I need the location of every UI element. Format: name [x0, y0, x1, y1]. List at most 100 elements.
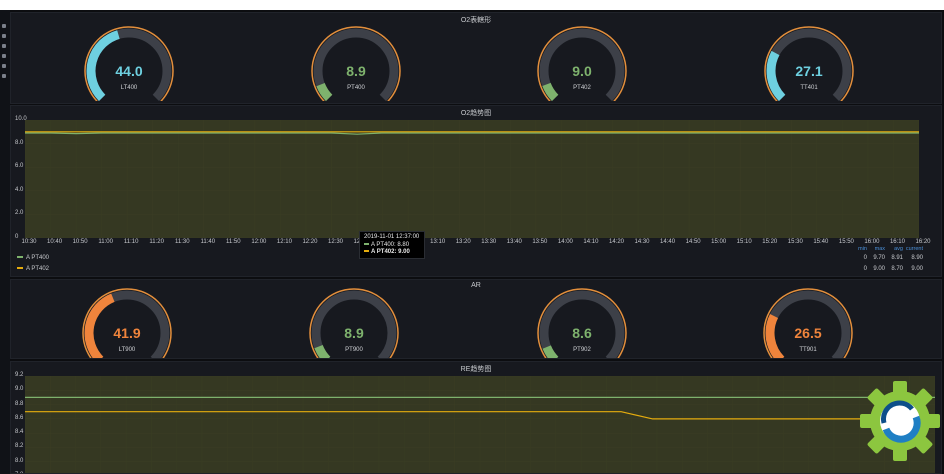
tooltip-row: A PT400: 8.80	[364, 242, 420, 250]
legend-swatch	[17, 256, 23, 259]
tooltip-series-name: A PT402:	[371, 249, 397, 255]
x-tick-label: 13:40	[506, 239, 522, 245]
sidebar-icon-3[interactable]	[2, 44, 6, 48]
y-tick-label: 8.6	[15, 414, 24, 421]
re-trend-panel: RE趋势图 9.29.08.88.68.48.28.07.8	[10, 361, 942, 474]
sidebar-icon-2[interactable]	[2, 34, 6, 38]
tooltip-series-name: A PT400:	[371, 241, 396, 248]
sidebar-icon-1[interactable]	[2, 24, 6, 28]
x-tick-label: 12:30	[327, 239, 344, 245]
gauge-label: TT901	[799, 347, 817, 353]
y-tick-label: 8.0	[15, 139, 24, 146]
x-tick-label: 14:50	[685, 239, 701, 245]
tooltip-series-value: 9.00	[398, 249, 410, 255]
o2-gauges-panel: O2表轄形 44.0 LT400 8.9 PT400 9.0 PT402 27.1 TT…	[10, 12, 942, 104]
y-tick-label: 0	[15, 234, 19, 240]
y-tick-label: 6.0	[15, 163, 24, 170]
legend-series-name: A PT402	[26, 266, 50, 272]
gauge-value: 8.9	[346, 63, 366, 79]
legend-current-value: 9.00	[911, 266, 923, 272]
x-tick-label: 13:30	[481, 239, 497, 245]
gauge-pt900: 8.9 PT900	[299, 283, 409, 358]
gauge-label: PT400	[347, 85, 365, 91]
ar-gauges-panel: AR 41.9 LT900 8.9 PT900 8.6 PT902 26.5 TT901	[10, 279, 942, 359]
x-tick-label: 10:40	[47, 239, 63, 245]
x-tick-label: 15:10	[736, 239, 752, 245]
legend-avg-value: 8.91	[891, 255, 903, 261]
y-tick-label: 8.8	[15, 400, 24, 407]
x-tick-label: 13:10	[430, 239, 446, 245]
o2-trend-panel: O2趋势图 10.0 8.0 6.0 4.0 2.0 0 10:30 10:40 10:50 1…	[10, 105, 942, 277]
gauge-label: PT900	[345, 347, 363, 353]
x-tick-label: 14:10	[583, 239, 599, 245]
y-tick-label: 8.2	[15, 443, 24, 450]
re-trend-title: RE趋势图	[460, 366, 492, 373]
x-tick-label: 15:30	[787, 239, 803, 245]
gauge-value: 41.9	[113, 325, 141, 341]
x-tick-label: 13:50	[532, 239, 548, 245]
legend-swatch	[17, 267, 23, 270]
x-tick-label: 14:30	[634, 239, 650, 245]
gauge-value: 26.5	[794, 325, 822, 341]
x-tick-label: 15:40	[813, 239, 829, 245]
legend-current-value: 8.90	[911, 255, 923, 261]
x-tick-label: 11:00	[98, 239, 113, 245]
gauge-value: 9.0	[572, 63, 592, 79]
sidebar-icon-5[interactable]	[2, 64, 6, 68]
y-tick-label: 8.0	[15, 457, 24, 464]
gauge-tt901: 26.5 TT901	[753, 283, 863, 358]
y-tick-label: 9.0	[15, 386, 24, 393]
sidebar	[0, 10, 10, 474]
gear-logo-icon	[860, 381, 940, 461]
gauge-value: 27.1	[795, 63, 823, 79]
tooltip-row: A PT402: 9.00	[364, 249, 420, 257]
x-tick-label: 11:30	[174, 239, 190, 245]
gauge-label: LT900	[118, 347, 136, 353]
gauge-label: LT400	[120, 85, 138, 91]
y-tick-label: 2.0	[15, 210, 24, 217]
gauge-pt400: 8.9 PT400	[301, 21, 411, 103]
x-tick-label: 15:50	[838, 239, 854, 245]
x-tick-label: 16:00	[864, 239, 880, 245]
y-tick-label: 4.0	[15, 186, 24, 193]
gauge-tt401: 27.1 TT401	[754, 21, 864, 103]
legend-item[interactable]: A PT402	[17, 266, 49, 272]
legend-series-name: A PT400	[26, 255, 50, 261]
gauge-value: 8.6	[572, 325, 592, 341]
gauge-value: 44.0	[115, 63, 143, 79]
sidebar-icon-6[interactable]	[2, 74, 6, 78]
x-tick-label: 11:50	[226, 239, 241, 245]
x-tick-label: 16:10	[889, 239, 905, 245]
x-tick-label: 14:20	[608, 239, 624, 245]
browser-top-bar	[0, 0, 944, 10]
x-tick-label: 14:40	[660, 239, 676, 245]
legend-header[interactable]: avg	[881, 246, 903, 252]
x-tick-label: 11:10	[123, 239, 139, 245]
chart-tooltip: 2019-11-01 12:37:00 A PT400: 8.80 A PT40…	[359, 231, 425, 259]
o2-trend-title: O2趋势图	[460, 110, 492, 117]
gauge-pt902: 8.6 PT902	[527, 283, 637, 358]
o2-trend-chart[interactable]	[25, 120, 919, 238]
legend-header[interactable]: current	[901, 246, 923, 252]
legend-item[interactable]: A PT400	[17, 255, 49, 261]
x-tick-label: 11:40	[200, 239, 216, 245]
tooltip-series-value: 8.80	[397, 241, 410, 248]
tooltip-time: 2019-11-01 12:37:00	[364, 234, 420, 240]
x-tick-label: 12:20	[302, 239, 318, 245]
y-tick-label: 8.4	[15, 429, 24, 436]
gauge-lt400: 44.0 LT400	[74, 21, 184, 103]
gauge-lt900: 41.9 LT900	[72, 283, 182, 358]
gauge-value: 8.9	[344, 325, 364, 341]
x-tick-label: 14:00	[557, 239, 573, 245]
gauge-label: TT401	[800, 85, 818, 91]
x-tick-label: 12:00	[251, 239, 267, 245]
y-tick-label: 9.2	[15, 372, 24, 378]
gauge-pt402: 9.0 PT402	[527, 21, 637, 103]
legend-avg-value: 8.70	[891, 266, 903, 272]
x-tick-label: 10:30	[21, 239, 37, 245]
sidebar-icon-4[interactable]	[2, 54, 6, 58]
re-trend-chart[interactable]	[25, 376, 935, 474]
x-tick-label: 15:00	[711, 239, 727, 245]
plot-area	[25, 120, 919, 238]
x-tick-label: 15:20	[762, 239, 778, 245]
